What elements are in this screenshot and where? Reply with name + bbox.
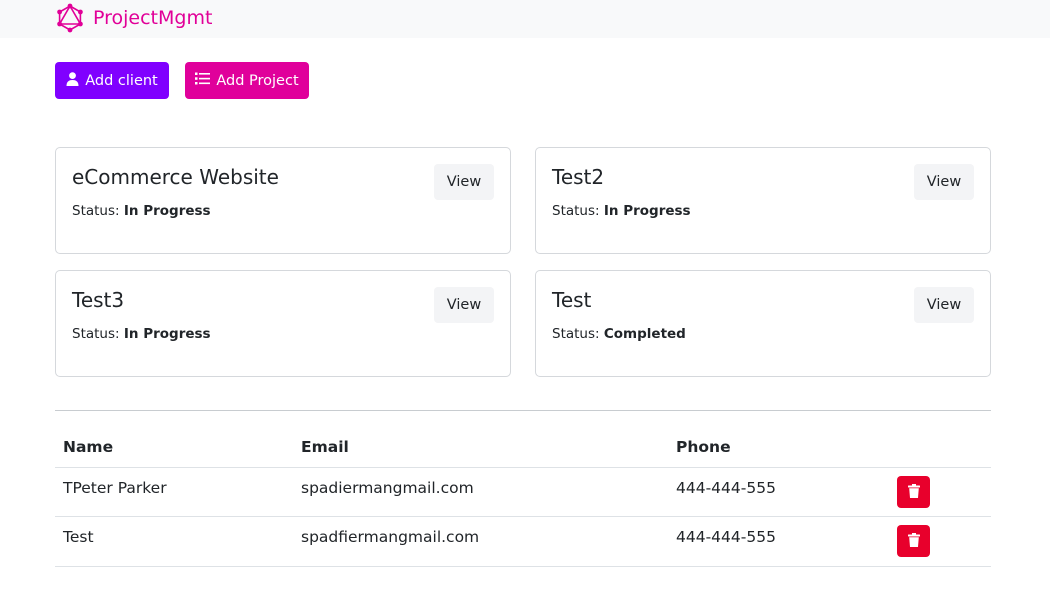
view-button[interactable]: View	[434, 164, 494, 200]
list-icon	[195, 72, 211, 89]
status-value: In Progress	[123, 203, 211, 219]
delete-client-button[interactable]	[897, 525, 930, 557]
row-divider	[55, 516, 991, 517]
project-status: Status: In Progress	[72, 203, 211, 219]
column-header-email: Email	[301, 438, 349, 456]
client-phone: 444-444-555	[676, 528, 776, 546]
status-label: Status:	[72, 203, 120, 219]
view-button[interactable]: View	[914, 164, 974, 200]
project-card: eCommerce Website Status: In Progress Vi…	[55, 147, 511, 254]
navbar: ProjectMgmt	[0, 0, 1050, 38]
status-label: Status:	[72, 326, 120, 342]
add-client-label: Add client	[85, 72, 158, 89]
project-title: eCommerce Website	[72, 165, 279, 189]
column-header-name: Name	[63, 438, 114, 456]
project-title: Test2	[552, 165, 605, 189]
view-button[interactable]: View	[434, 287, 494, 323]
project-title: Test	[552, 288, 592, 312]
row-divider	[55, 566, 991, 567]
delete-client-button[interactable]	[897, 476, 930, 508]
add-client-button[interactable]: Add client	[55, 62, 169, 99]
section-divider	[55, 410, 991, 411]
status-label: Status:	[552, 203, 600, 219]
trash-icon	[907, 483, 920, 502]
client-email: spadfiermangmail.com	[301, 528, 480, 546]
status-value: Completed	[603, 326, 686, 342]
status-label: Status:	[552, 326, 600, 342]
user-icon	[66, 71, 79, 90]
column-header-phone: Phone	[676, 438, 731, 456]
header-divider	[55, 467, 991, 468]
project-title: Test3	[72, 288, 125, 312]
project-card: Test3 Status: In Progress View	[55, 270, 511, 377]
project-status: Status: Completed	[552, 326, 686, 342]
project-status: Status: In Progress	[72, 326, 211, 342]
client-name: TPeter Parker	[63, 479, 167, 497]
client-name: Test	[63, 528, 94, 546]
graphql-logo-icon	[55, 3, 85, 33]
brand-link[interactable]: ProjectMgmt	[55, 2, 212, 34]
client-phone: 444-444-555	[676, 479, 776, 497]
project-card: Test Status: Completed View	[535, 270, 991, 377]
project-status: Status: In Progress	[552, 203, 691, 219]
client-email: spadiermangmail.com	[301, 479, 474, 497]
add-project-button[interactable]: Add Project	[185, 62, 309, 99]
project-card: Test2 Status: In Progress View	[535, 147, 991, 254]
add-project-label: Add Project	[216, 72, 299, 89]
trash-icon	[907, 532, 920, 551]
status-value: In Progress	[123, 326, 211, 342]
brand-name: ProjectMgmt	[93, 7, 213, 29]
view-button[interactable]: View	[914, 287, 974, 323]
status-value: In Progress	[603, 203, 691, 219]
